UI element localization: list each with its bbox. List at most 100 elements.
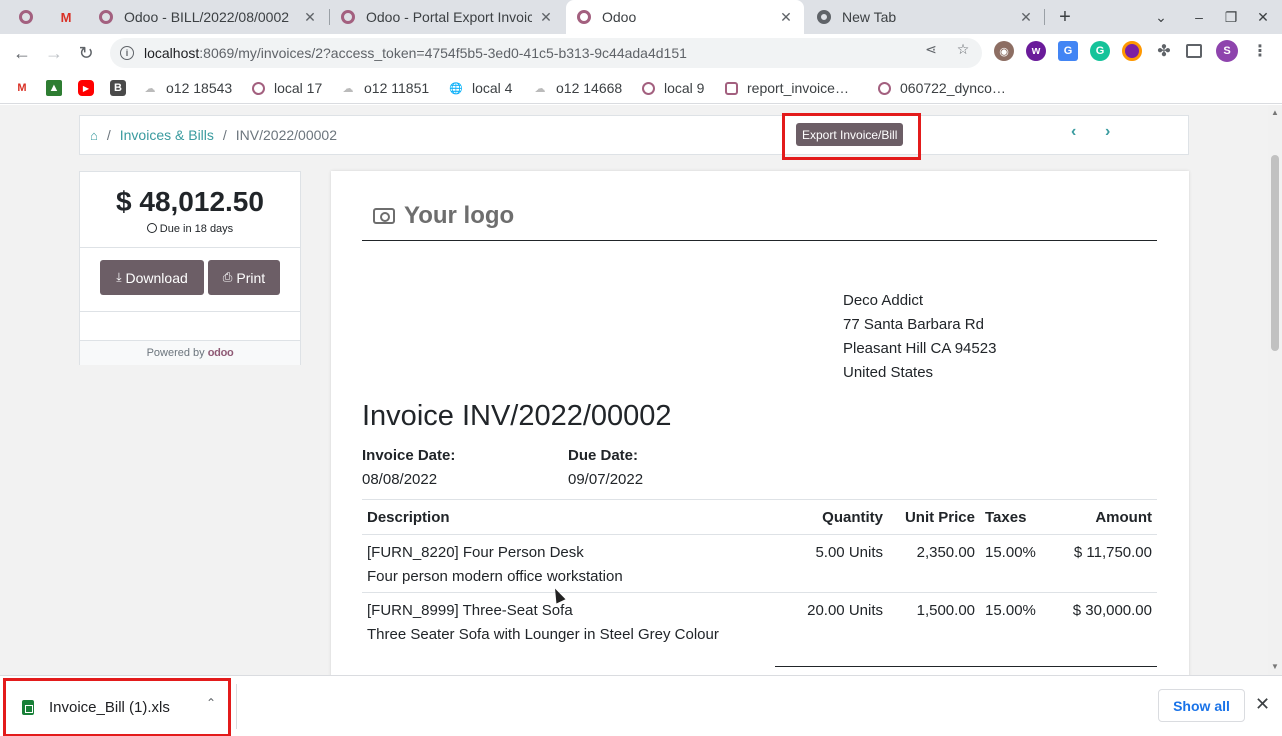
bookmark-item[interactable]: ☁ o12 11851 [340, 78, 430, 98]
show-all-button[interactable]: Show all [1158, 689, 1245, 722]
odoo-icon [576, 9, 592, 25]
bookmark-item[interactable]: 060722_dynco… [876, 78, 1006, 98]
bookmark-item[interactable]: 🌐 local 4 [448, 78, 512, 98]
forward-icon[interactable]: → [38, 37, 70, 69]
profile-avatar[interactable]: S [1216, 40, 1238, 62]
close-icon[interactable]: ✕ [1018, 9, 1034, 26]
page-scrollbar[interactable]: ▲ ▼ [1268, 105, 1282, 675]
thumbs-up-icon: ▲ [46, 80, 62, 96]
close-icon[interactable]: ✕ [538, 9, 554, 26]
scrollbar-thumb[interactable] [1271, 155, 1279, 351]
previous-icon[interactable]: ‹ [1071, 123, 1076, 141]
column-header-description: Description [367, 509, 450, 526]
close-icon[interactable]: ✕ [778, 9, 794, 26]
tab-odoo-active[interactable]: Odoo ✕ [566, 0, 804, 34]
scroll-up-icon[interactable]: ▲ [1271, 108, 1279, 117]
line-taxes: 15.00% [985, 602, 1036, 619]
tab-pinned-odoo[interactable] [8, 0, 48, 34]
bookmark-label: local 4 [472, 80, 513, 96]
extension-w-icon[interactable]: w [1026, 41, 1046, 61]
breadcrumb-separator: / [106, 127, 111, 143]
menu-kebab-icon[interactable]: ⋮ [1250, 41, 1270, 61]
extensions-puzzle-icon[interactable]: ✤ [1154, 41, 1174, 61]
bookmark-youtube[interactable]: ▶ [78, 78, 102, 98]
odoo-icon [340, 9, 356, 25]
bookmark-item[interactable]: ☁ o12 18543 [142, 78, 233, 98]
globe-icon: 🌐 [449, 82, 463, 95]
extension-monkey-icon[interactable]: ◉ [994, 41, 1014, 61]
amount-due: $ 48,012.50 [116, 186, 264, 217]
bookmark-item[interactable]: report_invoice… [723, 78, 849, 98]
gmail-icon: M [60, 9, 72, 25]
powered-by-text: Powered by [146, 347, 205, 359]
odoo-square-icon [723, 80, 739, 96]
bookmark-item[interactable]: local 17 [250, 78, 322, 98]
column-header-amount: Amount [1095, 509, 1152, 526]
print-label: Print [236, 269, 266, 286]
scroll-down-icon[interactable]: ▼ [1271, 662, 1279, 671]
tab-pinned-gmail[interactable]: M [48, 0, 88, 34]
next-icon[interactable]: › [1105, 123, 1110, 141]
gmail-icon: M [17, 82, 27, 94]
line-quantity: 20.00 Units [807, 602, 883, 619]
bookmark-gmail[interactable]: M [14, 78, 38, 98]
youtube-icon: ▶ [78, 80, 94, 96]
tab-portal-export[interactable]: Odoo - Portal Export Invoice ✕ [330, 0, 564, 34]
download-button[interactable]: ⤓ Download [100, 260, 204, 295]
invoice-date-value: 08/08/2022 [362, 471, 438, 488]
divider [236, 684, 237, 729]
tab-title: Odoo - BILL/2022/08/0002 [124, 9, 290, 25]
breadcrumb-current: INV/2022/00002 [235, 127, 337, 143]
column-header-unit-price: Unit Price [904, 509, 975, 526]
cloud-icon: ☁ [534, 82, 546, 95]
bookmark-bootstrap[interactable]: B [110, 78, 134, 98]
new-tab-button[interactable]: + [1049, 0, 1081, 34]
chrome-icon [816, 9, 832, 25]
share-icon[interactable]: ⋖ [920, 38, 942, 60]
tab-new-tab[interactable]: New Tab ✕ [806, 0, 1044, 34]
highlight-box [3, 678, 231, 736]
header-rule [362, 240, 1157, 241]
print-button[interactable]: ⎙ Print [208, 260, 280, 295]
address-bar[interactable]: i localhost:8069/my/invoices/2?access_to… [110, 38, 982, 68]
reload-icon[interactable]: ↻ [70, 37, 102, 69]
bookmark-item[interactable]: local 9 [640, 78, 704, 98]
totals-rule [775, 666, 1157, 667]
translate-icon[interactable]: G [1058, 41, 1078, 61]
table-rule [362, 499, 1157, 500]
site-info-icon[interactable]: i [120, 46, 134, 60]
back-icon[interactable]: ← [6, 37, 38, 69]
due-date-value: 09/07/2022 [568, 471, 644, 488]
minimize-icon[interactable]: – [1183, 0, 1215, 34]
table-rule [362, 534, 1157, 535]
color-picker-icon[interactable] [1122, 41, 1142, 61]
cloud-icon: ☁ [342, 82, 354, 95]
close-icon[interactable]: ✕ [302, 9, 318, 26]
home-icon[interactable]: ⌂ [90, 128, 98, 143]
grammarly-icon[interactable]: G [1090, 41, 1110, 61]
window-close-icon[interactable]: ✕ [1247, 0, 1279, 34]
side-panel-icon[interactable] [1186, 44, 1202, 58]
bookmark-thumb[interactable]: ▲ [46, 78, 70, 98]
line-product: [FURN_8999] Three-Seat Sofa [367, 602, 573, 619]
bookmark-label: o12 18543 [166, 80, 233, 96]
bookmark-label: local 9 [664, 80, 705, 96]
due-date-label: Due Date: [568, 447, 639, 464]
line-amount: $ 11,750.00 [1073, 544, 1152, 561]
divider [80, 247, 300, 248]
cloud-icon: ☁ [144, 82, 156, 95]
close-icon[interactable]: ✕ [1255, 694, 1270, 715]
bookmark-label: 060722_dynco… [900, 80, 1006, 96]
address-line: Pleasant Hill CA 94523 [843, 340, 997, 357]
odoo-icon [98, 9, 114, 25]
breadcrumb-invoices-link[interactable]: Invoices & Bills [120, 127, 214, 143]
restore-icon[interactable]: ❐ [1215, 0, 1247, 34]
bookmark-label: o12 14668 [556, 80, 623, 96]
bookmark-star-icon[interactable]: ☆ [952, 38, 974, 60]
bookmarks-bar: M ▲ ▶ B ☁ o12 18543 local 17 ☁ o12 11851 🌐… [0, 72, 1282, 104]
bookmark-item[interactable]: ☁ o12 14668 [532, 78, 623, 98]
odoo-logo[interactable]: odoo [208, 347, 234, 359]
tab-bill[interactable]: Odoo - BILL/2022/08/0002 ✕ [88, 0, 328, 34]
tab-search-icon[interactable]: ⌄ [1145, 0, 1177, 34]
table-rule [362, 592, 1157, 593]
